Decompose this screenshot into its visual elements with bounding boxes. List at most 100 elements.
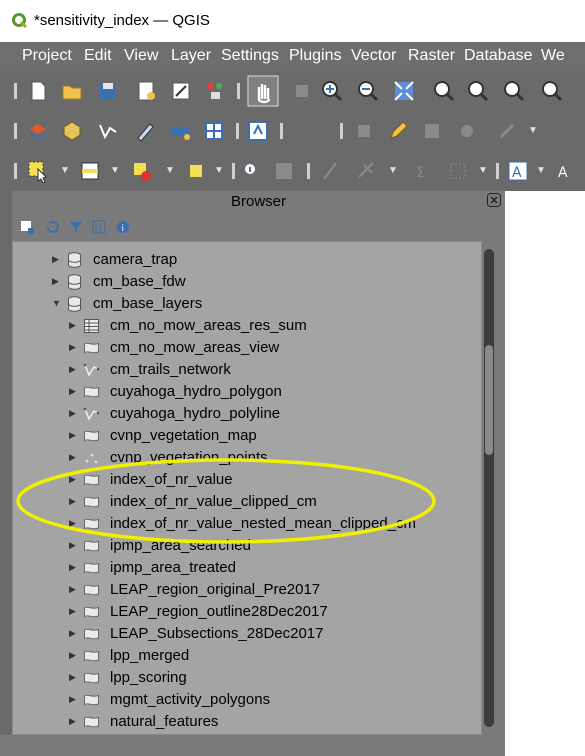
toolbar-handle[interactable] bbox=[14, 163, 17, 179]
map-canvas[interactable] bbox=[505, 191, 585, 756]
collapsed-arrow-icon[interactable]: ▶ bbox=[69, 716, 76, 727]
dropdown-arrow-icon[interactable]: ▼ bbox=[214, 165, 224, 176]
style-manager-icon[interactable] bbox=[169, 79, 193, 103]
digitize-icon[interactable] bbox=[133, 119, 157, 143]
new-geopackage-layer-icon[interactable] bbox=[60, 119, 84, 143]
dropdown-arrow-icon[interactable]: ▼ bbox=[388, 165, 398, 176]
zoom-out-icon[interactable] bbox=[356, 79, 380, 103]
collapse-all-icon[interactable] bbox=[92, 220, 106, 234]
tree-item[interactable]: ▶ natural_features bbox=[13, 711, 481, 733]
deselect-all-icon[interactable] bbox=[130, 159, 154, 183]
collapsed-arrow-icon[interactable]: ▶ bbox=[69, 430, 76, 441]
save-project-icon[interactable] bbox=[96, 79, 120, 103]
expanded-arrow-icon[interactable]: ▼ bbox=[52, 298, 61, 308]
zoom-native-icon[interactable] bbox=[502, 79, 526, 103]
collapsed-arrow-icon[interactable]: ▶ bbox=[69, 562, 76, 573]
select-by-value-icon[interactable] bbox=[78, 159, 102, 183]
collapsed-arrow-icon[interactable]: ▶ bbox=[69, 584, 76, 595]
toggle-editing-icon[interactable] bbox=[246, 119, 270, 143]
data-source-manager-icon[interactable] bbox=[26, 119, 50, 143]
open-project-icon[interactable] bbox=[60, 79, 84, 103]
tree-item[interactable]: ▶ cvnp_vegetation_points bbox=[13, 447, 481, 469]
tree-item[interactable]: ▼ cm_base_layers bbox=[13, 293, 481, 315]
toolbar-handle[interactable] bbox=[232, 163, 235, 179]
menu-settings[interactable]: Settings bbox=[221, 47, 279, 65]
measure-line-icon[interactable] bbox=[318, 159, 342, 183]
toolbar-handle[interactable] bbox=[237, 83, 240, 99]
new-shapefile-layer-icon[interactable] bbox=[96, 119, 120, 143]
refresh-icon[interactable] bbox=[46, 220, 60, 234]
dropdown-arrow-icon[interactable]: ▼ bbox=[528, 125, 538, 136]
browser-tree[interactable]: ▶ camera_trap ▶ cm_base_fdw ▼ cm_base_layers ▶… bbox=[12, 241, 482, 735]
toolbar-handle[interactable] bbox=[236, 123, 239, 139]
menu-edit[interactable]: Edit bbox=[84, 47, 112, 65]
menu-web[interactable]: We bbox=[541, 47, 565, 65]
new-memory-layer-icon[interactable] bbox=[202, 119, 226, 143]
pan-to-selection-icon[interactable] bbox=[290, 79, 314, 103]
collapsed-arrow-icon[interactable]: ▶ bbox=[69, 408, 76, 419]
filter-icon[interactable] bbox=[69, 220, 83, 234]
label-tool-icon[interactable]: A bbox=[506, 159, 530, 183]
toolbar-handle[interactable] bbox=[307, 163, 310, 179]
tree-item[interactable]: ▶ camera_trap bbox=[13, 249, 481, 271]
tree-item[interactable]: ▶ cm_trails_network bbox=[13, 359, 481, 381]
tree-item[interactable]: ▶ cm_base_fdw bbox=[13, 271, 481, 293]
tree-item[interactable]: ▶ cuyahoga_hydro_polygon bbox=[13, 381, 481, 403]
dropdown-arrow-icon[interactable]: ▼ bbox=[478, 165, 488, 176]
properties-icon[interactable]: i bbox=[116, 220, 130, 234]
dropdown-arrow-icon[interactable]: ▼ bbox=[60, 165, 70, 176]
toolbar-handle[interactable] bbox=[280, 123, 283, 139]
statistics-icon[interactable]: Σ bbox=[410, 159, 434, 183]
menu-plugins[interactable]: Plugins bbox=[289, 47, 341, 65]
menu-layer[interactable]: Layer bbox=[171, 47, 211, 65]
menu-raster[interactable]: Raster bbox=[408, 47, 455, 65]
collapsed-arrow-icon[interactable]: ▶ bbox=[69, 606, 76, 617]
tree-item[interactable]: ▶ ipmp_area_treated bbox=[13, 557, 481, 579]
vertex-tool-icon[interactable] bbox=[495, 119, 519, 143]
toolbar-handle[interactable] bbox=[14, 123, 17, 139]
new-virtual-layer-icon[interactable] bbox=[168, 119, 192, 143]
tree-item[interactable]: ▶ index_of_nr_value_nested_mean_clipped_c… bbox=[13, 513, 481, 535]
collapsed-arrow-icon[interactable]: ▶ bbox=[69, 628, 76, 639]
collapsed-arrow-icon[interactable]: ▶ bbox=[69, 452, 76, 463]
attribute-table-icon[interactable] bbox=[272, 159, 296, 183]
zoom-full-icon[interactable] bbox=[392, 79, 416, 103]
tree-item[interactable]: ▶ ipmp_area_searched bbox=[13, 535, 481, 557]
add-selected-icon[interactable] bbox=[20, 220, 34, 234]
tree-item[interactable]: ▶ cuyahoga_hydro_polyline bbox=[13, 403, 481, 425]
select-features-icon[interactable] bbox=[26, 159, 50, 183]
toolbar-handle[interactable] bbox=[340, 123, 343, 139]
zoom-to-layer-icon[interactable] bbox=[466, 79, 490, 103]
collapsed-arrow-icon[interactable]: ▶ bbox=[69, 672, 76, 683]
measure-area-icon[interactable] bbox=[354, 159, 378, 183]
tree-item[interactable]: ▶ index_of_nr_value bbox=[13, 469, 481, 491]
collapsed-arrow-icon[interactable]: ▶ bbox=[69, 320, 76, 331]
add-feature-icon[interactable] bbox=[455, 119, 479, 143]
tree-item[interactable]: ▶ lpp_merged bbox=[13, 645, 481, 667]
menu-project[interactable]: Project bbox=[22, 47, 72, 65]
dropdown-arrow-icon[interactable]: ▼ bbox=[536, 165, 546, 176]
toolbar-handle[interactable] bbox=[14, 83, 17, 99]
zoom-in-icon[interactable] bbox=[320, 79, 344, 103]
dropdown-arrow-icon[interactable]: ▼ bbox=[110, 165, 120, 176]
new-project-icon[interactable] bbox=[26, 79, 50, 103]
current-edits-icon[interactable] bbox=[352, 119, 376, 143]
select-location-icon[interactable] bbox=[184, 159, 208, 183]
tree-item[interactable]: ▶ LEAP_Subsections_28Dec2017 bbox=[13, 623, 481, 645]
vertical-scrollbar[interactable] bbox=[484, 249, 494, 727]
pan-map-icon[interactable] bbox=[247, 75, 279, 107]
tree-item[interactable]: ▶ lpp_scoring bbox=[13, 667, 481, 689]
collapsed-arrow-icon[interactable]: ▶ bbox=[69, 496, 76, 507]
collapsed-arrow-icon[interactable]: ▶ bbox=[52, 276, 59, 287]
menu-vector[interactable]: Vector bbox=[351, 47, 396, 65]
zoom-last-icon[interactable] bbox=[540, 79, 564, 103]
collapsed-arrow-icon[interactable]: ▶ bbox=[69, 518, 76, 529]
tree-item[interactable]: ▶ cm_no_mow_areas_res_sum bbox=[13, 315, 481, 337]
python-console-icon[interactable] bbox=[203, 79, 227, 103]
menu-view[interactable]: View bbox=[124, 47, 158, 65]
collapsed-arrow-icon[interactable]: ▶ bbox=[69, 474, 76, 485]
save-edits-icon[interactable] bbox=[420, 119, 444, 143]
label-pin-icon[interactable]: A bbox=[554, 159, 578, 183]
collapsed-arrow-icon[interactable]: ▶ bbox=[69, 540, 76, 551]
collapsed-arrow-icon[interactable]: ▶ bbox=[69, 694, 76, 705]
